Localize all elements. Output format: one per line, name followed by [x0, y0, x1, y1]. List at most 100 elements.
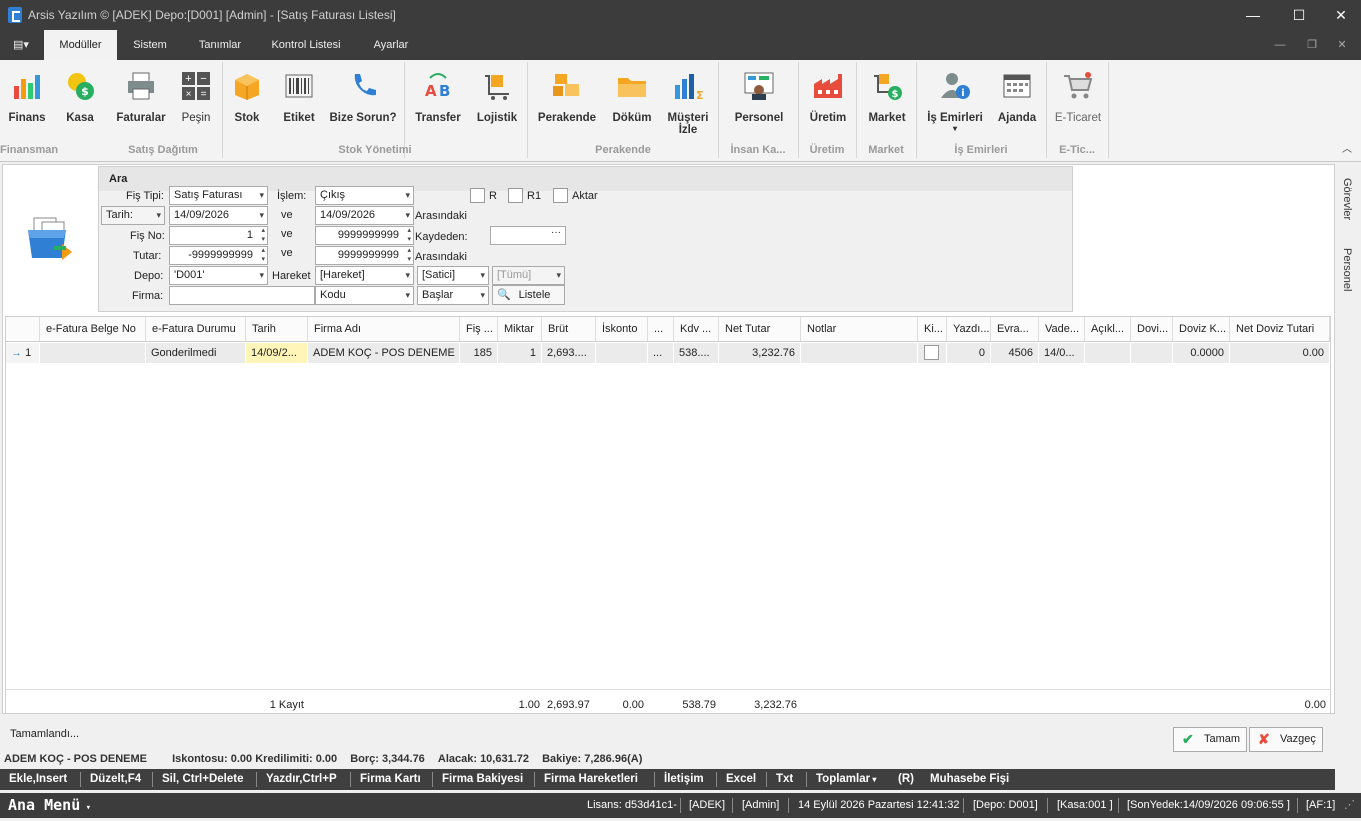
- hareket-select[interactable]: [Hareket]: [315, 266, 414, 285]
- market-button[interactable]: $ Market: [862, 64, 912, 144]
- cell-vade[interactable]: 14/0...: [1039, 343, 1085, 363]
- col-vade[interactable]: Vade...: [1039, 317, 1085, 342]
- bize-sorun-button[interactable]: Bize Sorun?: [326, 64, 400, 144]
- excel-button[interactable]: Excel: [726, 769, 756, 790]
- minimize-button[interactable]: —: [1238, 4, 1268, 26]
- finans-button[interactable]: Finans: [4, 64, 50, 144]
- txt-button[interactable]: Txt: [776, 769, 793, 790]
- cell-evrak[interactable]: 4506: [991, 343, 1039, 363]
- col-ki[interactable]: Ki...: [918, 317, 947, 342]
- aktar-checkbox[interactable]: [553, 188, 568, 203]
- yazdir-button[interactable]: Yazdır,Ctrl+P: [266, 769, 337, 790]
- cell-net-doviz[interactable]: 0.00: [1230, 343, 1330, 363]
- listele-button[interactable]: 🔍 Listele: [492, 285, 565, 305]
- firma-bakiyesi-button[interactable]: Firma Bakiyesi: [442, 769, 523, 790]
- r-button[interactable]: (R): [898, 769, 914, 790]
- muhasebe-fisi-button[interactable]: Muhasebe Fişi: [930, 769, 1009, 790]
- tab-kontrol-listesi[interactable]: Kontrol Listesi: [262, 30, 350, 60]
- app-menu-icon[interactable]: ▤▾: [6, 30, 36, 60]
- cell-fis[interactable]: 185: [460, 343, 498, 363]
- cell-doviz-kur[interactable]: 0.0000: [1173, 343, 1230, 363]
- tutar-from-input[interactable]: -9999999999: [169, 246, 268, 265]
- tab-moduller[interactable]: Modüller: [44, 30, 117, 60]
- side-tab-gorevler[interactable]: Görevler: [1341, 178, 1353, 220]
- col-net-doviz-tutari[interactable]: Net Doviz Tutari: [1230, 317, 1330, 342]
- mdi-minimize-icon[interactable]: —: [1268, 30, 1292, 60]
- pesin-button[interactable]: + − × = Peşin: [174, 64, 218, 144]
- ajanda-button[interactable]: Ajanda: [992, 64, 1042, 144]
- iletisim-button[interactable]: İletişim: [664, 769, 704, 790]
- cell-miktar[interactable]: 1: [498, 343, 542, 363]
- etiket-button[interactable]: Etiket: [278, 64, 320, 144]
- tarih-to-input[interactable]: 14/09/2026: [315, 206, 414, 225]
- col-brut[interactable]: Brüt: [542, 317, 596, 342]
- kasa-button[interactable]: $ Kasa: [58, 64, 102, 144]
- cell-tarih[interactable]: 14/09/2...: [246, 343, 308, 363]
- row-checkbox[interactable]: [924, 345, 939, 360]
- fis-no-from-input[interactable]: 1: [169, 226, 268, 245]
- cell-efatura-durum[interactable]: Gonderilmedi: [146, 343, 246, 363]
- cell-aciklama[interactable]: [1085, 343, 1131, 363]
- cell-firma[interactable]: ADEM KOÇ - POS DENEME: [308, 343, 460, 363]
- cell-yazdi[interactable]: 0: [947, 343, 991, 363]
- musteri-izle-button[interactable]: Σ Müşteri İzle: [660, 64, 716, 144]
- col-iskonto[interactable]: İskonto: [596, 317, 648, 342]
- ribbon-collapse-icon[interactable]: ︿: [1342, 140, 1352, 155]
- kaydeden-browse-button[interactable]: ···: [551, 227, 561, 238]
- close-button[interactable]: ✕: [1326, 4, 1356, 26]
- tumu-select[interactable]: [Tümü]: [492, 266, 565, 285]
- ana-menu-button[interactable]: Ana Menü ▾: [8, 793, 91, 818]
- r-checkbox[interactable]: [470, 188, 485, 203]
- col-notlar[interactable]: Notlar: [801, 317, 918, 342]
- depo-select[interactable]: 'D001': [169, 266, 268, 285]
- perakende-button[interactable]: Perakende: [533, 64, 601, 144]
- tarih-type-select[interactable]: Tarih:: [101, 206, 165, 225]
- tamam-button[interactable]: ✔ Tamam: [1173, 727, 1247, 752]
- vazgec-button[interactable]: ✘ Vazgeç: [1249, 727, 1323, 752]
- tab-sistem[interactable]: Sistem: [120, 30, 180, 60]
- cell-doviz[interactable]: [1131, 343, 1173, 363]
- uretim-button[interactable]: Üretim: [804, 64, 852, 144]
- cell-notlar[interactable]: [801, 343, 918, 363]
- tarih-from-input[interactable]: 14/09/2026: [169, 206, 268, 225]
- firma-hareketleri-button[interactable]: Firma Hareketleri: [544, 769, 638, 790]
- e-ticaret-button[interactable]: E-Ticaret: [1050, 64, 1106, 144]
- col-extra[interactable]: ...: [648, 317, 674, 342]
- dokum-button[interactable]: Döküm: [607, 64, 657, 144]
- col-efatura-belge-no[interactable]: e-Fatura Belge No: [40, 317, 146, 342]
- cell-kdv[interactable]: 538....: [674, 343, 719, 363]
- cell-efatura-no[interactable]: [40, 343, 146, 363]
- col-fis[interactable]: Fiş ...: [460, 317, 498, 342]
- cell-net-tutar[interactable]: 3,232.76: [719, 343, 801, 363]
- toplamlar-button[interactable]: Toplamlar ▾: [816, 769, 876, 790]
- satici-select[interactable]: [Satici]: [417, 266, 489, 285]
- firma-match-select[interactable]: Başlar: [417, 286, 489, 305]
- transfer-button[interactable]: AB Transfer: [410, 64, 466, 144]
- personel-button[interactable]: Personel: [724, 64, 794, 144]
- col-kdv[interactable]: Kdv ...: [674, 317, 719, 342]
- firma-karti-button[interactable]: Firma Kartı: [360, 769, 421, 790]
- col-doviz-kur[interactable]: Doviz K...: [1173, 317, 1230, 342]
- col-firma-adi[interactable]: Firma Adı: [308, 317, 460, 342]
- resize-grip-icon[interactable]: ⋰: [1344, 793, 1355, 818]
- tutar-to-input[interactable]: 9999999999: [315, 246, 414, 265]
- faturalar-button[interactable]: Faturalar: [112, 64, 170, 144]
- col-tarih[interactable]: Tarih: [246, 317, 308, 342]
- tab-tanimlar[interactable]: Tanımlar: [186, 30, 254, 60]
- fis-tipi-select[interactable]: Satış Faturası: [169, 186, 268, 205]
- firma-field-select[interactable]: Kodu: [315, 286, 414, 305]
- lojistik-button[interactable]: Lojistik: [472, 64, 522, 144]
- col-miktar[interactable]: Miktar: [498, 317, 542, 342]
- col-evrak[interactable]: Evra...: [991, 317, 1039, 342]
- stok-button[interactable]: Stok: [228, 64, 266, 144]
- side-tab-personel[interactable]: Personel: [1341, 248, 1353, 291]
- cell-iskonto[interactable]: [596, 343, 648, 363]
- col-aciklama[interactable]: Açıkl...: [1085, 317, 1131, 342]
- col-doviz[interactable]: Dovi...: [1131, 317, 1173, 342]
- sil-button[interactable]: Sil, Ctrl+Delete: [162, 769, 244, 790]
- col-net-tutar[interactable]: Net Tutar: [719, 317, 801, 342]
- maximize-button[interactable]: ☐: [1284, 4, 1314, 26]
- cell-extra[interactable]: ...: [648, 343, 674, 363]
- fis-no-to-input[interactable]: 9999999999: [315, 226, 414, 245]
- firma-input[interactable]: [169, 286, 315, 305]
